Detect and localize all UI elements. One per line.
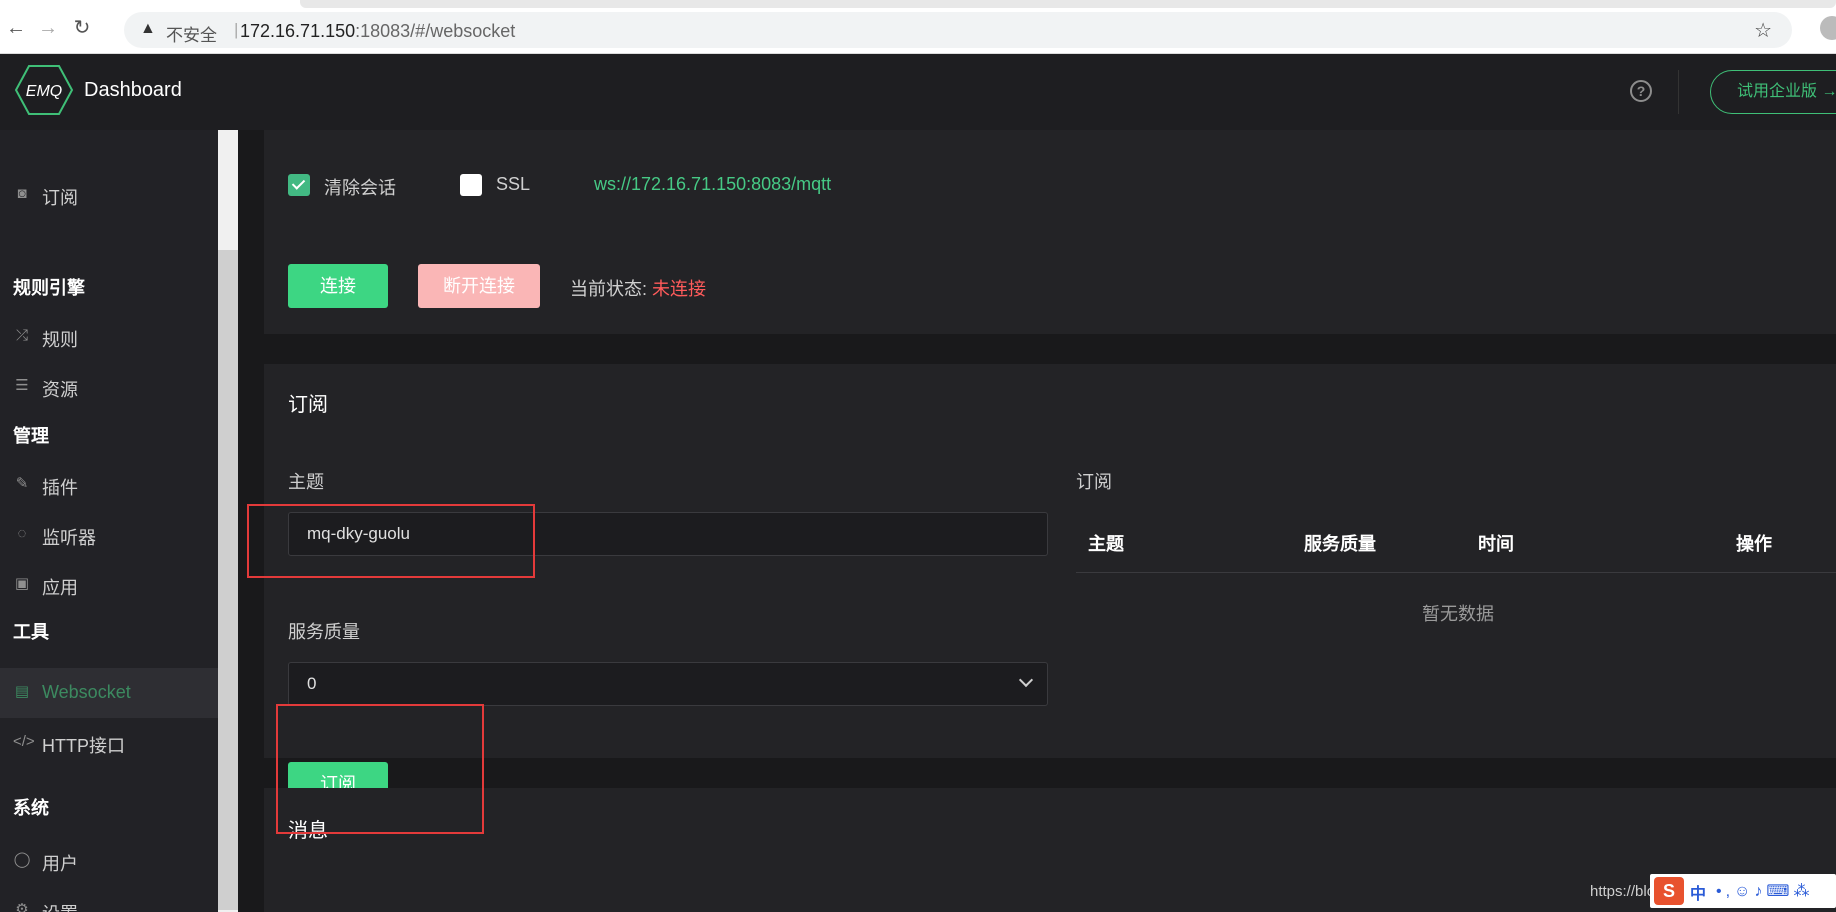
bookmark-star-icon[interactable]: ☆ [1754, 18, 1772, 43]
user-icon: ▬ [13, 130, 31, 133]
top-header [238, 54, 1836, 130]
ssl-label: SSL [496, 174, 531, 194]
sidebar-scrollbar-thumb[interactable] [218, 250, 238, 910]
sogou-logo-icon: S [1654, 877, 1684, 905]
section-management: 管理 [13, 426, 49, 446]
plug-icon: ✎ [15, 475, 29, 492]
sidebar-item-users[interactable]: ◯ 用户 [0, 836, 218, 886]
sidebar-item-http-api[interactable]: </> HTTP接口 [0, 718, 218, 768]
ssl-checkbox[interactable] [460, 174, 482, 196]
connect-button[interactable]: 连接 [288, 264, 388, 308]
sidebar-item-listeners[interactable]: ◌ 监听器 [0, 510, 218, 560]
chevron-down-icon [1018, 672, 1034, 688]
empty-state: 暂无数据 [1422, 604, 1494, 624]
sidebar-item-websocket[interactable]: ▤ Websocket [0, 668, 218, 718]
column-actions: 操作 [1736, 534, 1772, 554]
ime-language[interactable]: 中 [1690, 880, 1706, 904]
sidebar-item-plugins[interactable]: ✎ 插件 [0, 460, 218, 510]
reload-button[interactable]: ↻ [70, 16, 94, 40]
address-separator: | [234, 20, 239, 39]
server-icon: ☰ [15, 377, 29, 394]
table-divider [1076, 572, 1836, 573]
logo-area: EMQ Dashboard [0, 54, 238, 130]
connection-card: 清除会话 SSL ws://172.16.71.150:8083/mqtt 连接… [264, 130, 1836, 334]
gear-icon: ⚙ [15, 901, 29, 912]
forward-button[interactable]: → [36, 16, 60, 40]
highlight-subscribe-box [276, 704, 484, 834]
tab-strip [300, 0, 1836, 8]
box-icon: ▣ [14, 575, 30, 592]
app-title: Dashboard [84, 79, 182, 101]
column-qos: 服务质量 [1304, 534, 1376, 554]
status-badge: 未连接 [652, 279, 706, 299]
svg-text:EMQ: EMQ [26, 83, 62, 100]
back-button[interactable]: ← [4, 16, 28, 40]
column-time: 时间 [1478, 534, 1514, 554]
profile-avatar[interactable] [1820, 16, 1836, 40]
topic-label: 主题 [288, 472, 324, 492]
help-icon[interactable]: ? [1630, 80, 1652, 102]
ime-tool-icons[interactable]: •,☺♪⌨⁂ [1716, 881, 1813, 901]
sidebar-item-partial[interactable]: ▬ [0, 130, 218, 150]
disconnect-button[interactable]: 断开连接 [418, 264, 540, 308]
sidebar-item-apps[interactable]: ▣ 应用 [0, 560, 218, 610]
section-system: 系统 [13, 798, 49, 818]
status-label: 当前状态: [570, 279, 648, 299]
column-topic: 主题 [1088, 534, 1124, 554]
user-icon: ◯ [13, 851, 31, 868]
section-tools: 工具 [13, 622, 49, 642]
emq-logo-icon: EMQ [14, 65, 74, 115]
sidebar-menu: ▬ ◙ 订阅 规则引擎 ⤮ 规则 ☰ 资源 管理 ✎ 插件 ◌ 监听器 ▣ 应用… [0, 130, 218, 912]
qos-label: 服务质量 [288, 622, 360, 642]
ime-toolbar[interactable]: S 中 •,☺♪⌨⁂ [1650, 874, 1836, 908]
highlight-topic-box [247, 504, 535, 578]
watermark-url: https://blo [1590, 883, 1656, 900]
subscription-list-title: 订阅 [1076, 472, 1112, 492]
radar-icon: ◌ [17, 525, 27, 542]
clean-session-label: 清除会话 [324, 178, 396, 198]
warning-icon: ▲ [140, 20, 156, 37]
trial-enterprise-button[interactable]: 试用企业版 → [1710, 70, 1836, 114]
header-divider [1678, 70, 1679, 114]
sidebar-scrollbar[interactable] [218, 130, 238, 912]
sidebar: EMQ Dashboard ▬ ◙ 订阅 规则引擎 ⤮ 规则 ☰ 资源 管理 ✎… [0, 54, 238, 912]
shuffle-icon: ⤮ [15, 327, 28, 344]
browser-toolbar: ← → ↻ ▲ 不安全 | 172.16.71.150:18083/#/webs… [0, 0, 1836, 54]
sidebar-item-rules[interactable]: ⤮ 规则 [0, 312, 218, 362]
section-rule-engine: 规则引擎 [13, 278, 85, 298]
rss-icon: ◙ [17, 185, 27, 202]
code-icon: </> [13, 733, 35, 750]
address-bar[interactable]: ▲ 不安全 | 172.16.71.150:18083/#/websocket … [124, 12, 1792, 48]
sidebar-item-settings[interactable]: ⚙ 设置 [0, 886, 218, 912]
clean-session-checkbox[interactable] [288, 174, 310, 196]
ws-url: ws://172.16.71.150:8083/mqtt [594, 174, 832, 194]
qos-select[interactable]: 0 [288, 662, 1048, 706]
sidebar-item-subscriptions[interactable]: ◙ 订阅 [0, 170, 218, 220]
subscribe-card-title: 订阅 [288, 394, 328, 416]
html5-icon: ▤ [14, 683, 30, 700]
sidebar-item-resources[interactable]: ☰ 资源 [0, 362, 218, 412]
url-text: 172.16.71.150:18083/#/websocket [240, 21, 516, 41]
insecure-label: 不安全 [166, 26, 217, 45]
